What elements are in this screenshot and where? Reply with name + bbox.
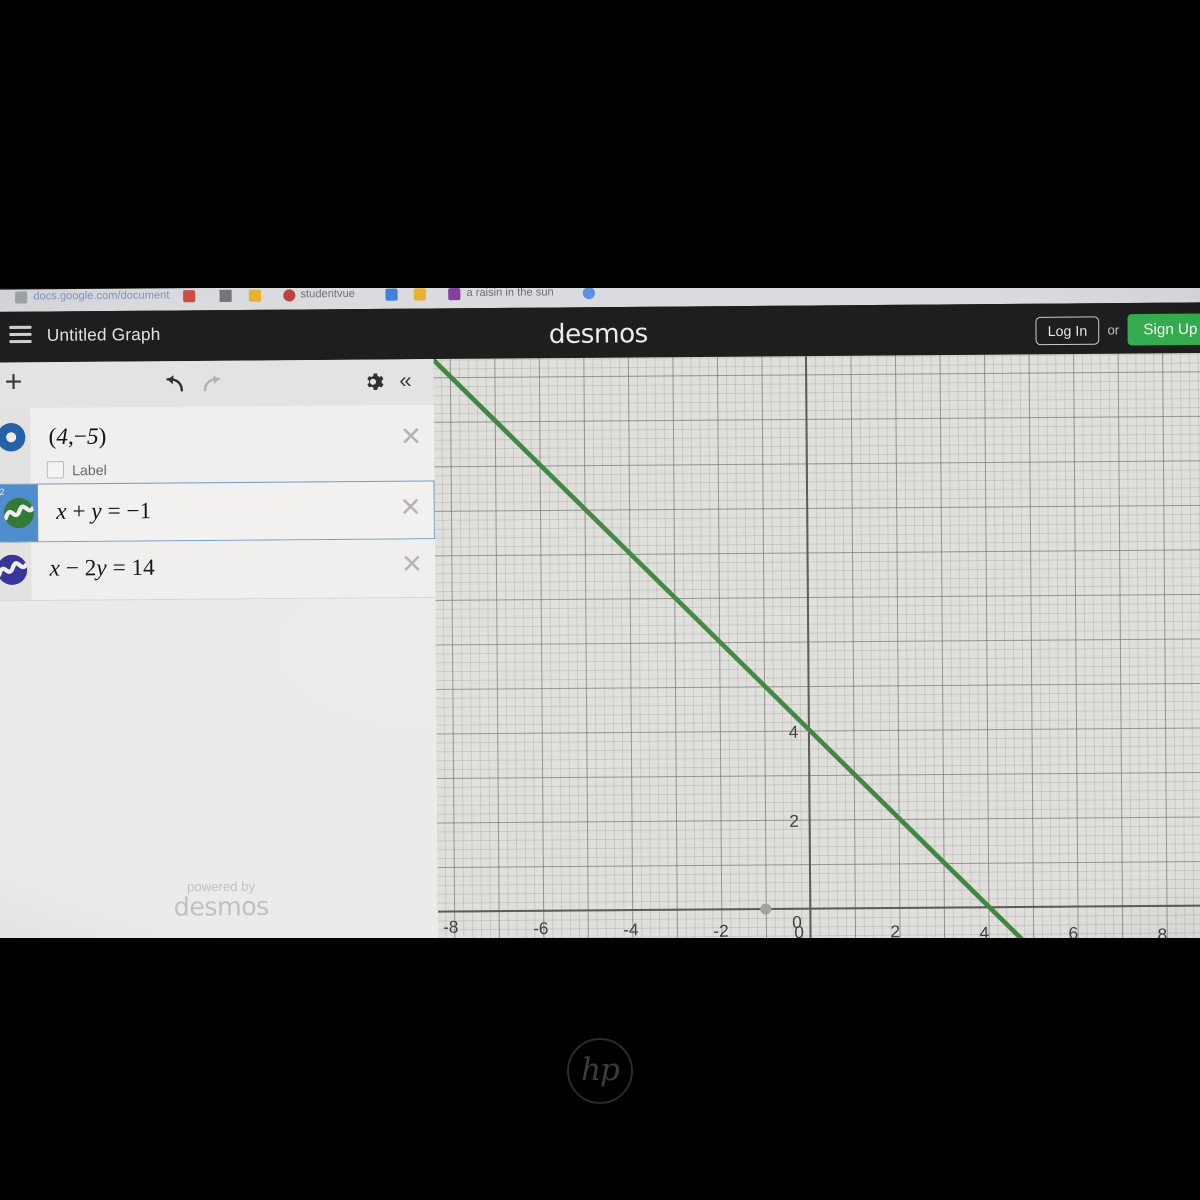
bookmark-favicon[interactable] (219, 289, 232, 303)
laptop-screen: docs.google.com/document studentvue a ra… (0, 288, 1200, 938)
delete-expression-icon[interactable]: ✕ (401, 548, 423, 579)
expression-math-1[interactable]: (4,−5) (48, 423, 106, 450)
photo-of-laptop-screen: docs.google.com/document studentvue a ra… (0, 0, 1200, 1200)
bookmark-label[interactable]: studentvue (300, 288, 355, 300)
expression-row-1[interactable]: 1 (4,−5) Label ✕ (0, 404, 435, 485)
collapse-panel-icon[interactable]: « (399, 367, 412, 393)
bookmark-favicon[interactable] (385, 288, 398, 301)
expression-math-2[interactable]: x + y = −1 (56, 498, 151, 525)
bookmark-favicon[interactable] (248, 289, 262, 302)
powered-by-small-text: powered by (187, 878, 256, 895)
bookmark-favicon[interactable] (15, 291, 28, 304)
undo-arrow-icon[interactable] (161, 371, 188, 398)
line-style-icon[interactable] (0, 554, 28, 586)
plotted-lines (433, 352, 1200, 938)
gear-icon[interactable] (362, 371, 384, 393)
expression-color-cell[interactable]: 2 (0, 484, 39, 542)
redo-arrow-icon[interactable] (199, 371, 226, 398)
point-style-icon[interactable] (0, 422, 26, 452)
desmos-wordmark: desmos (548, 318, 648, 351)
expression-panel: + « (4,−5) Label ✕ 2 x + y = −1 ✕ x − 2y… (0, 359, 440, 938)
label-checkbox[interactable] (46, 461, 65, 479)
expression-row-2[interactable]: 2 x + y = −1 ✕ (0, 480, 435, 543)
bookmark-favicon[interactable] (582, 288, 596, 300)
or-separator-label: or (1107, 322, 1120, 338)
expression-color-cell[interactable]: 3 (0, 542, 32, 601)
graph-canvas[interactable]: -8 -6 -4 -2 0 2 4 6 8 4 2 0 -2 -4 -6 (433, 352, 1200, 938)
bookmark-favicon[interactable] (448, 288, 461, 301)
account-actions: Log In or Sign Up (1035, 313, 1200, 346)
hp-brand-logo: hp (567, 1038, 633, 1104)
laptop-bezel-body: hp (0, 938, 1200, 1200)
line-style-icon[interactable] (3, 497, 35, 529)
bookmark-label[interactable]: a raisin in the sun (466, 288, 553, 299)
powered-by-desmos-text: desmos (173, 891, 269, 922)
label-toggle-row[interactable]: Label (46, 461, 107, 479)
expression-row-3[interactable]: 3 x − 2y = 14 ✕ (0, 539, 436, 602)
graph-point-x-intercept[interactable] (760, 903, 772, 915)
delete-expression-icon[interactable]: ✕ (399, 492, 421, 523)
expression-toolbar: + « (0, 359, 434, 410)
bookmark-label[interactable]: docs.google.com/document (33, 289, 169, 302)
expression-color-cell[interactable]: 1 (0, 407, 31, 484)
bookmark-favicon[interactable] (413, 288, 427, 301)
label-checkbox-text: Label (72, 461, 107, 478)
expression-index: 2 (0, 486, 5, 498)
expression-math-3[interactable]: x − 2y = 14 (50, 555, 155, 582)
series-line-1 (433, 352, 1200, 938)
powered-by-watermark: powered by desmos (174, 879, 269, 922)
sign-up-button[interactable]: Sign Up (1127, 313, 1200, 346)
bookmark-favicon[interactable] (283, 289, 296, 302)
log-in-button[interactable]: Log In (1035, 315, 1100, 345)
add-expression-button[interactable]: + (5, 365, 23, 399)
delete-expression-icon[interactable]: ✕ (400, 421, 422, 452)
bookmark-favicon[interactable] (183, 290, 196, 303)
